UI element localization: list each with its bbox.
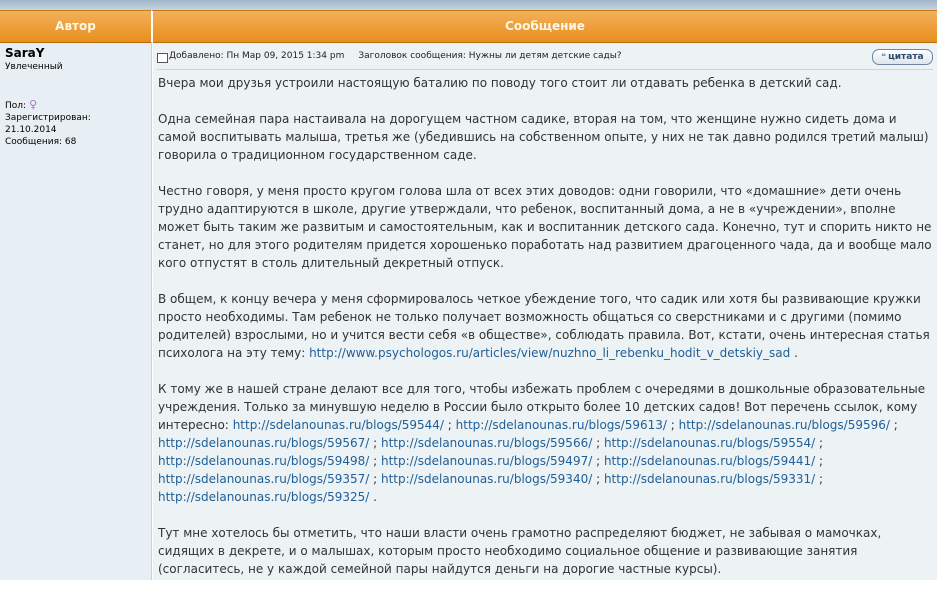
blog-link[interactable]: http://sdelanounas.ru/blogs/59441/ <box>604 454 815 468</box>
author-rank: Увлеченный <box>5 62 63 72</box>
posts-count: 68 <box>64 137 77 147</box>
blog-link[interactable]: http://sdelanounas.ru/blogs/59497/ <box>381 454 592 468</box>
blog-link[interactable]: http://sdelanounas.ru/blogs/59566/ <box>381 436 592 450</box>
paragraph-6: Тут мне хотелось бы отметить, что наши в… <box>158 526 882 576</box>
female-icon: ♀ <box>29 98 38 111</box>
registered-date: 21.10.2014 <box>5 125 57 135</box>
blog-link[interactable]: http://sdelanounas.ru/blogs/59340/ <box>381 472 592 486</box>
blog-link[interactable]: http://sdelanounas.ru/blogs/59325/ <box>158 490 369 504</box>
author-registered: Зарегистрирован: 21.10.2014 <box>5 112 91 136</box>
gender-label: Пол: <box>5 101 27 111</box>
paragraph-3: Честно говоря, у меня просто кругом голо… <box>158 184 932 270</box>
blog-link[interactable]: http://sdelanounas.ru/blogs/59596/ <box>679 418 890 432</box>
message-panel: Добавлено: Пн Мар 09, 2015 1:34 pm Заголо… <box>153 43 937 580</box>
paragraph-2: Одна семейная пара настаивала на дорогущ… <box>158 112 929 162</box>
blog-link[interactable]: http://sdelanounas.ru/blogs/59331/ <box>604 472 815 486</box>
post-meta: Добавлено: Пн Мар 09, 2015 1:34 pm Заголо… <box>169 51 622 61</box>
post-header: Добавлено: Пн Мар 09, 2015 1:34 pm Заголо… <box>153 43 937 69</box>
message-column-header: Сообщение <box>153 10 937 43</box>
blog-link[interactable]: http://sdelanounas.ru/blogs/59357/ <box>158 472 369 486</box>
post-icon[interactable] <box>157 53 168 63</box>
registered-label: Зарегистрирован: <box>5 113 91 123</box>
post-body: Вчера мои друзья устроили настоящую бата… <box>158 74 936 596</box>
author-post-count: Сообщения: 68 <box>5 136 76 148</box>
paragraph-4-end: . <box>794 346 798 360</box>
blog-link[interactable]: http://sdelanounas.ru/blogs/59544/ <box>233 418 444 432</box>
blog-link[interactable]: http://sdelanounas.ru/blogs/59613/ <box>456 418 667 432</box>
author-gender: Пол: ♀ <box>5 99 37 112</box>
paragraph-1: Вчера мои друзья устроили настоящую бата… <box>158 76 842 90</box>
author-column-header: Автор <box>0 10 152 43</box>
blog-link[interactable]: http://sdelanounas.ru/blogs/59567/ <box>158 436 369 450</box>
post-subject: Заголовок сообщения: Нужны ли детям детс… <box>358 51 622 61</box>
blog-link[interactable]: http://sdelanounas.ru/blogs/59498/ <box>158 454 369 468</box>
paragraph-5: К тому же в нашей стране делают все для … <box>158 382 926 504</box>
article-link[interactable]: http://www.psychologos.ru/articles/view/… <box>309 346 790 360</box>
posts-label: Сообщения: <box>5 137 63 147</box>
post-date: Добавлено: Пн Мар 09, 2015 1:34 pm <box>169 51 345 61</box>
author-panel: SaraY Увлеченный Пол: ♀ Зарегистрирован: … <box>0 43 152 580</box>
quote-label: цитата <box>888 52 924 62</box>
paragraph-4: В общем, к концу вечера у меня сформиров… <box>158 290 936 362</box>
quote-icon: ❝ <box>881 52 887 61</box>
author-name[interactable]: SaraY <box>5 46 44 60</box>
quote-button[interactable]: ❝ цитата <box>872 49 933 65</box>
post-divider <box>157 69 933 70</box>
blog-link[interactable]: http://sdelanounas.ru/blogs/59554/ <box>604 436 815 450</box>
